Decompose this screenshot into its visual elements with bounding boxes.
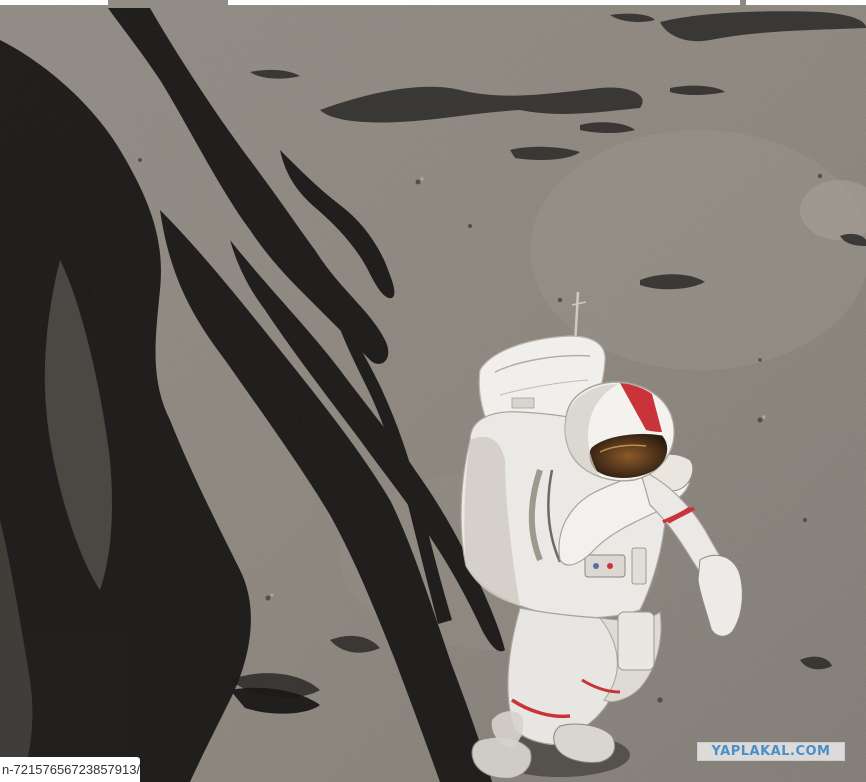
page-edge-top-middle [228, 0, 740, 5]
page-edge-top-right [746, 0, 866, 5]
watermark-text: YAPLAKAL.COM [711, 744, 831, 759]
moon-photo [0, 0, 866, 782]
source-url-fragment[interactable]: n-72157656723857913/ [0, 757, 140, 782]
watermark-logo: YAPLAKAL.COM [697, 742, 845, 761]
helmet [564, 381, 675, 482]
page-edge-top-left [0, 0, 108, 5]
